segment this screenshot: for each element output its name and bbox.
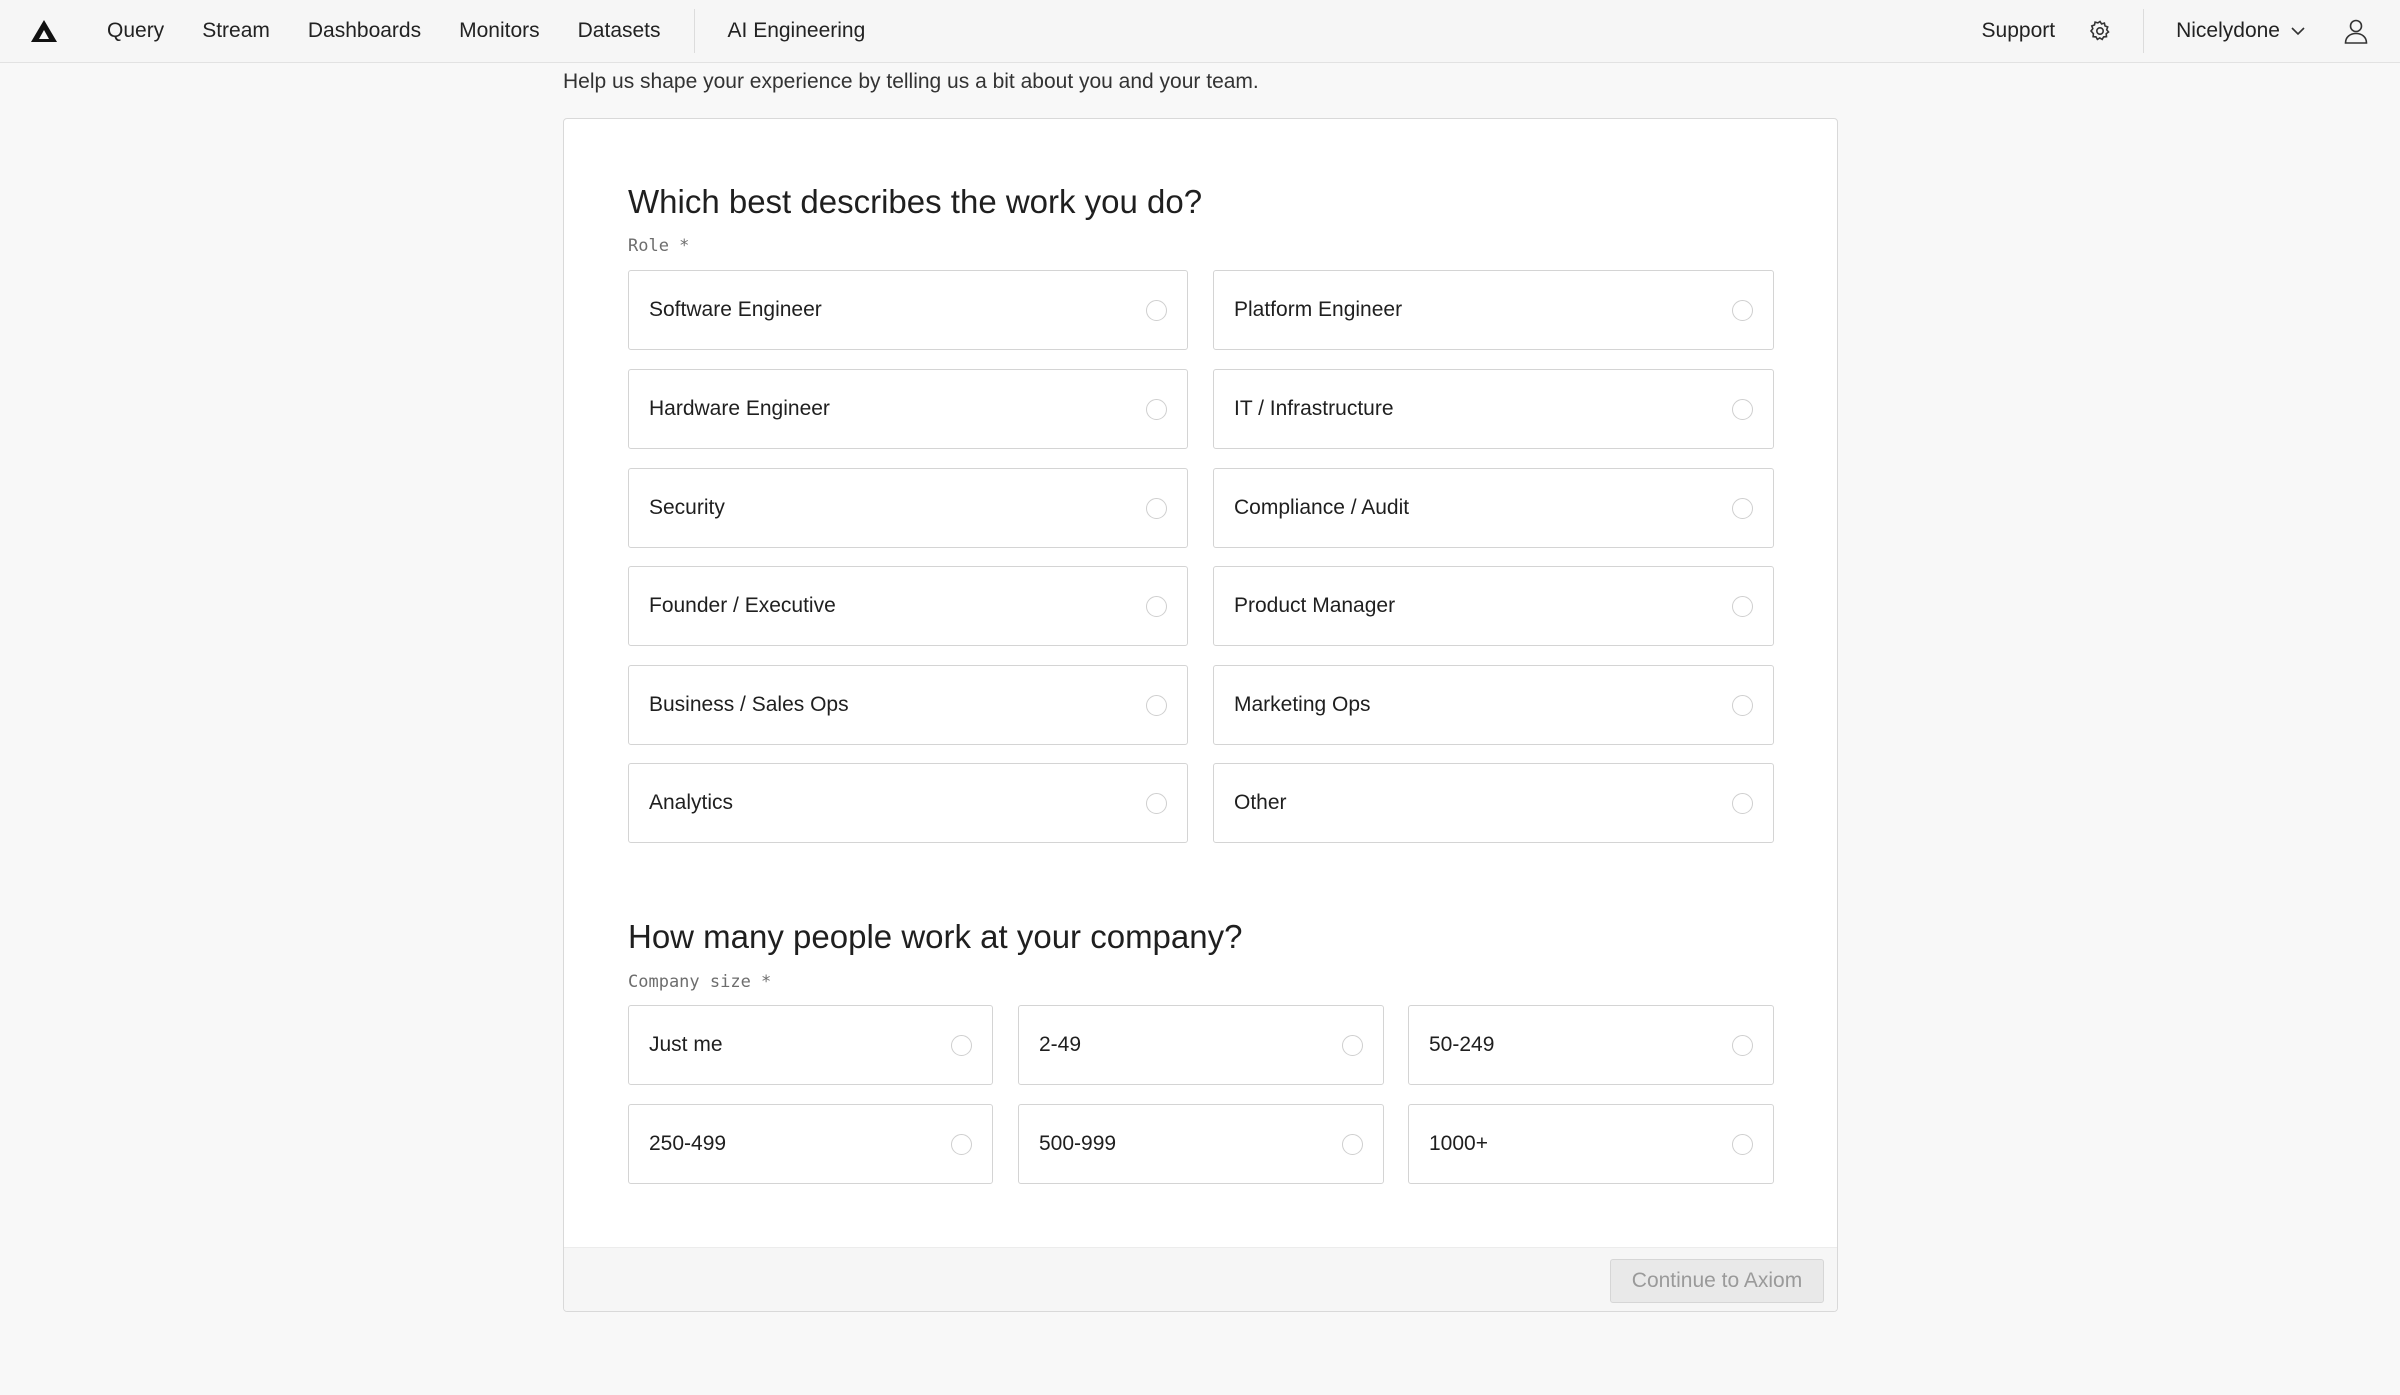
radio-icon[interactable]	[1732, 1133, 1753, 1155]
option-label: Analytics	[649, 791, 734, 814]
chevron-down-icon	[2290, 23, 2306, 39]
org-switcher[interactable]: Nicelydone	[2176, 19, 2306, 43]
option-label: Just me	[649, 1033, 723, 1056]
radio-icon[interactable]	[1342, 1034, 1363, 1056]
role-option-platform-engineer[interactable]: Platform Engineer	[1213, 270, 1774, 350]
support-link[interactable]: Support	[1982, 19, 2056, 43]
option-label: 500-999	[1039, 1132, 1117, 1155]
option-label: Product Manager	[1234, 594, 1396, 617]
company-size-question-title: How many people work at your company?	[628, 918, 1243, 955]
company-size-option-1000-plus[interactable]: 1000+	[1408, 1104, 1774, 1184]
nav-item-ai-engineering[interactable]: AI Engineering	[709, 19, 885, 43]
top-navigation-bar: Query Stream Dashboards Monitors Dataset…	[0, 0, 2400, 63]
option-label: Other	[1234, 791, 1287, 814]
role-option-software-engineer[interactable]: Software Engineer	[628, 270, 1188, 350]
intro-text: Help us shape your experience by telling…	[563, 70, 1259, 93]
option-label: Marketing Ops	[1234, 693, 1371, 716]
role-option-marketing-ops[interactable]: Marketing Ops	[1213, 665, 1774, 745]
company-size-field-label: Company size *	[628, 972, 772, 992]
role-field-label: Role *	[628, 236, 690, 256]
radio-icon[interactable]	[1732, 299, 1753, 321]
nav-item-datasets[interactable]: Datasets	[559, 19, 680, 43]
option-label: Security	[649, 496, 725, 519]
option-label: Software Engineer	[649, 298, 822, 321]
continue-to-axiom-button[interactable]: Continue to Axiom	[1610, 1259, 1824, 1303]
radio-icon[interactable]	[1732, 595, 1753, 617]
option-label: Business / Sales Ops	[649, 693, 849, 716]
radio-icon[interactable]	[1146, 694, 1167, 716]
role-option-hardware-engineer[interactable]: Hardware Engineer	[628, 369, 1188, 449]
nav-item-query[interactable]: Query	[88, 19, 183, 43]
radio-icon[interactable]	[1342, 1133, 1363, 1155]
role-option-business-sales-ops[interactable]: Business / Sales Ops	[628, 665, 1188, 745]
radio-icon[interactable]	[1732, 497, 1753, 519]
top-right-controls: Support Nicelydone	[1982, 0, 2400, 62]
nav-item-dashboards[interactable]: Dashboards	[289, 19, 440, 43]
form-footer: Continue to Axiom	[564, 1247, 1837, 1311]
option-label: 1000+	[1429, 1132, 1488, 1155]
company-size-option-500-999[interactable]: 500-999	[1018, 1104, 1384, 1184]
option-label: Founder / Executive	[649, 594, 836, 617]
role-option-product-manager[interactable]: Product Manager	[1213, 566, 1774, 646]
axiom-logo-icon[interactable]	[29, 16, 59, 46]
radio-icon[interactable]	[1146, 398, 1167, 420]
gear-icon[interactable]	[2087, 18, 2113, 44]
role-option-security[interactable]: Security	[628, 468, 1188, 548]
nav-item-monitors[interactable]: Monitors	[440, 19, 559, 43]
radio-icon[interactable]	[1732, 694, 1753, 716]
radio-icon[interactable]	[1732, 398, 1753, 420]
company-size-option-50-249[interactable]: 50-249	[1408, 1005, 1774, 1085]
radio-icon[interactable]	[1146, 497, 1167, 519]
option-label: 50-249	[1429, 1033, 1495, 1056]
role-option-other[interactable]: Other	[1213, 763, 1774, 843]
option-label: 250-499	[649, 1132, 727, 1155]
role-option-compliance-audit[interactable]: Compliance / Audit	[1213, 468, 1774, 548]
company-size-option-2-49[interactable]: 2-49	[1018, 1005, 1384, 1085]
option-label: 2-49	[1039, 1033, 1082, 1056]
user-avatar-icon[interactable]	[2342, 17, 2370, 45]
nav-divider	[693, 9, 695, 53]
main-nav: Query Stream Dashboards Monitors Dataset…	[88, 0, 884, 62]
header-divider	[2143, 9, 2145, 53]
nav-item-stream[interactable]: Stream	[183, 19, 289, 43]
onboarding-form-card: Which best describes the work you do? Ro…	[563, 118, 1838, 1312]
role-option-analytics[interactable]: Analytics	[628, 763, 1188, 843]
role-question-title: Which best describes the work you do?	[628, 183, 1203, 220]
radio-icon[interactable]	[1146, 299, 1167, 321]
company-size-option-just-me[interactable]: Just me	[628, 1005, 993, 1085]
role-option-it-infrastructure[interactable]: IT / Infrastructure	[1213, 369, 1774, 449]
company-size-option-250-499[interactable]: 250-499	[628, 1104, 993, 1184]
option-label: IT / Infrastructure	[1234, 397, 1394, 420]
radio-icon[interactable]	[951, 1034, 972, 1056]
radio-icon[interactable]	[1146, 595, 1167, 617]
option-label: Compliance / Audit	[1234, 496, 1410, 519]
role-option-founder-executive[interactable]: Founder / Executive	[628, 566, 1188, 646]
radio-icon[interactable]	[1732, 1034, 1753, 1056]
radio-icon[interactable]	[1732, 792, 1753, 814]
radio-icon[interactable]	[951, 1133, 972, 1155]
option-label: Hardware Engineer	[649, 397, 830, 420]
org-name: Nicelydone	[2176, 19, 2280, 42]
option-label: Platform Engineer	[1234, 298, 1403, 321]
radio-icon[interactable]	[1146, 792, 1167, 814]
